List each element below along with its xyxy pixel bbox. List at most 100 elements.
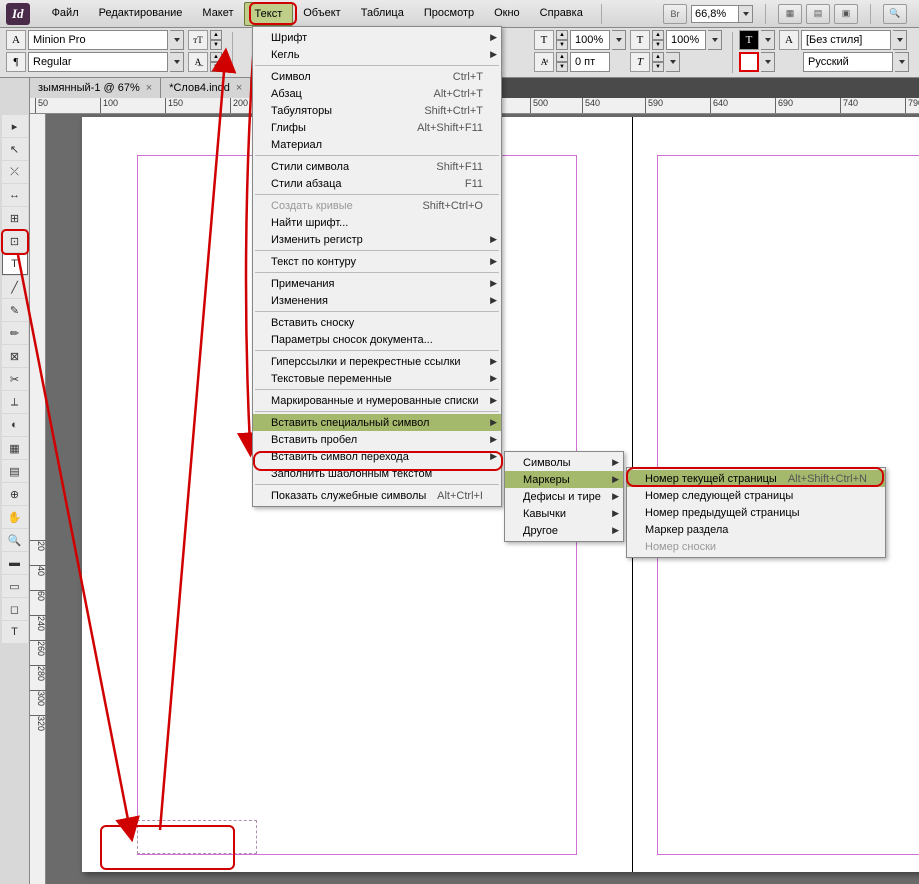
dd-main-item-14[interactable]: Изменить регистр▶ xyxy=(253,231,501,248)
dd-main-item-10[interactable]: Стили абзацаF11 xyxy=(253,175,501,192)
tab-close-icon[interactable]: × xyxy=(236,82,242,94)
font-family-input[interactable]: Minion Pro xyxy=(28,30,168,50)
dd-sub1-item-0[interactable]: Символы▶ xyxy=(505,454,623,471)
tool-21[interactable]: ◻ xyxy=(2,598,28,620)
font-style-input[interactable]: Regular xyxy=(28,52,168,72)
vscale-dropdown[interactable] xyxy=(708,30,722,50)
bridge-button[interactable]: Br xyxy=(663,4,687,24)
stroke-icon[interactable] xyxy=(739,52,759,72)
hscale-dropdown[interactable] xyxy=(612,30,626,50)
dd-main-item-29[interactable]: Вставить специальный символ▶ xyxy=(253,414,501,431)
tool-18[interactable]: 🔍 xyxy=(2,529,28,551)
dd-main-item-34[interactable]: Показать служебные символыAlt+Ctrl+I xyxy=(253,487,501,504)
tool-16[interactable]: ⊕ xyxy=(2,483,28,505)
dd-main-item-24[interactable]: Гиперссылки и перекрестные ссылки▶ xyxy=(253,353,501,370)
tool-22[interactable]: T xyxy=(2,621,28,643)
dd-main-item-16[interactable]: Текст по контуру▶ xyxy=(253,253,501,270)
baseline-input[interactable]: 0 пт xyxy=(570,52,610,72)
dd-sub2-item-2[interactable]: Номер предыдущей страницы xyxy=(627,504,885,521)
tool-10[interactable]: ⊠ xyxy=(2,345,28,367)
dd-main-item-25[interactable]: Текстовые переменные▶ xyxy=(253,370,501,387)
tool-12[interactable]: ⟂ xyxy=(2,391,28,413)
dd-main-item-6[interactable]: ГлифыAlt+Shift+F11 xyxy=(253,119,501,136)
size-spinner[interactable]: ▲▼ xyxy=(210,30,222,50)
dd-main-item-7[interactable]: Материал xyxy=(253,136,501,153)
menu-item-6[interactable]: Просмотр xyxy=(414,2,484,26)
dd-main-item-21[interactable]: Вставить сноску xyxy=(253,314,501,331)
page-number-text-frame[interactable] xyxy=(137,820,257,854)
dd-main-item-30[interactable]: Вставить пробел▶ xyxy=(253,431,501,448)
fill-icon[interactable]: T xyxy=(739,30,759,50)
tool-17[interactable]: ✋ xyxy=(2,506,28,528)
hscale-input[interactable]: 100% xyxy=(570,30,610,50)
language-dropdown[interactable] xyxy=(895,52,909,72)
tool-19[interactable]: ▬ xyxy=(2,552,28,574)
tool-14[interactable]: ▦ xyxy=(2,437,28,459)
font-style-dropdown[interactable] xyxy=(170,52,184,72)
char-mode-icon[interactable]: A xyxy=(6,30,26,50)
tool-5[interactable]: ⊡ xyxy=(2,230,28,252)
font-family-dropdown[interactable] xyxy=(170,30,184,50)
tool-4[interactable]: ⊞ xyxy=(2,207,28,229)
dd-sub1-item-4[interactable]: Другое▶ xyxy=(505,522,623,539)
tool-13[interactable]: ◐ xyxy=(2,414,28,436)
hscale-spinner[interactable]: ▲▼ xyxy=(556,30,568,50)
dd-main-item-18[interactable]: Примечания▶ xyxy=(253,275,501,292)
menu-item-0[interactable]: Файл xyxy=(42,2,89,26)
fill-dropdown[interactable] xyxy=(761,30,775,50)
tool-20[interactable]: ▭ xyxy=(2,575,28,597)
dd-sub2-item-0[interactable]: Номер текущей страницыAlt+Shift+Ctrl+N xyxy=(627,470,885,487)
dd-main-item-27[interactable]: Маркированные и нумерованные списки▶ xyxy=(253,392,501,409)
dd-main-item-5[interactable]: ТабуляторыShift+Ctrl+T xyxy=(253,102,501,119)
search-button[interactable]: 🔍 xyxy=(883,4,907,24)
tab-close-icon[interactable]: × xyxy=(146,82,152,94)
menu-item-7[interactable]: Окно xyxy=(484,2,530,26)
menu-item-3[interactable]: Текст xyxy=(244,2,294,26)
dd-main-item-19[interactable]: Изменения▶ xyxy=(253,292,501,309)
dd-main-item-3[interactable]: СимволCtrl+T xyxy=(253,68,501,85)
menu-item-8[interactable]: Справка xyxy=(530,2,593,26)
dd-main-item-13[interactable]: Найти шрифт... xyxy=(253,214,501,231)
dd-sub1-item-3[interactable]: Кавычки▶ xyxy=(505,505,623,522)
skew-spinner[interactable]: ▲▼ xyxy=(652,52,664,72)
charstyle-dropdown[interactable] xyxy=(893,30,907,50)
dd-main-item-4[interactable]: АбзацAlt+Ctrl+T xyxy=(253,85,501,102)
vscale-input[interactable]: 100% xyxy=(666,30,706,50)
tool-11[interactable]: ✂ xyxy=(2,368,28,390)
dd-main-item-1[interactable]: Кегль▶ xyxy=(253,46,501,63)
tool-1[interactable]: ↖ xyxy=(2,138,28,160)
skew-dropdown[interactable] xyxy=(666,52,680,72)
screenmode-button-3[interactable]: ▣ xyxy=(834,4,858,24)
baseline-spinner[interactable]: ▲▼ xyxy=(556,52,568,72)
menu-item-4[interactable]: Объект xyxy=(293,2,350,26)
dd-main-item-31[interactable]: Вставить символ перехода▶ xyxy=(253,448,501,465)
vscale-spinner[interactable]: ▲▼ xyxy=(652,30,664,50)
menu-item-1[interactable]: Редактирование xyxy=(89,2,193,26)
dd-sub2-item-1[interactable]: Номер следующей страницы xyxy=(627,487,885,504)
menu-item-5[interactable]: Таблица xyxy=(351,2,414,26)
dd-main-item-32[interactable]: Заполнить шаблонным текстом xyxy=(253,465,501,482)
tool-0[interactable]: ▸ xyxy=(2,115,28,137)
tool-2[interactable]: ⤫ xyxy=(2,161,28,183)
tool-9[interactable]: ✏ xyxy=(2,322,28,344)
screenmode-button-1[interactable]: ▦ xyxy=(778,4,802,24)
screenmode-button-2[interactable]: ▤ xyxy=(806,4,830,24)
stroke-dropdown[interactable] xyxy=(761,52,775,72)
dd-main-item-0[interactable]: Шрифт▶ xyxy=(253,29,501,46)
dd-sub2-item-3[interactable]: Маркер раздела xyxy=(627,521,885,538)
dd-main-item-9[interactable]: Стили символаShift+F11 xyxy=(253,158,501,175)
dd-sub1-item-2[interactable]: Дефисы и тире▶ xyxy=(505,488,623,505)
tool-7[interactable]: ╱ xyxy=(2,276,28,298)
tool-3[interactable]: ↔ xyxy=(2,184,28,206)
tool-15[interactable]: ▤ xyxy=(2,460,28,482)
charstyle-input[interactable]: [Без стиля] xyxy=(801,30,891,50)
tool-6[interactable]: T xyxy=(2,253,28,275)
tool-8[interactable]: ✎ xyxy=(2,299,28,321)
leading-spinner[interactable]: ▲▼ xyxy=(210,52,222,72)
dd-main-item-22[interactable]: Параметры сносок документа... xyxy=(253,331,501,348)
document-tab-0[interactable]: зымянный-1 @ 67%× xyxy=(30,78,161,98)
language-input[interactable]: Русский xyxy=(803,52,893,72)
zoom-input[interactable]: 66,8% xyxy=(691,5,739,23)
menu-item-2[interactable]: Макет xyxy=(192,2,243,26)
zoom-dropdown[interactable] xyxy=(739,5,753,23)
